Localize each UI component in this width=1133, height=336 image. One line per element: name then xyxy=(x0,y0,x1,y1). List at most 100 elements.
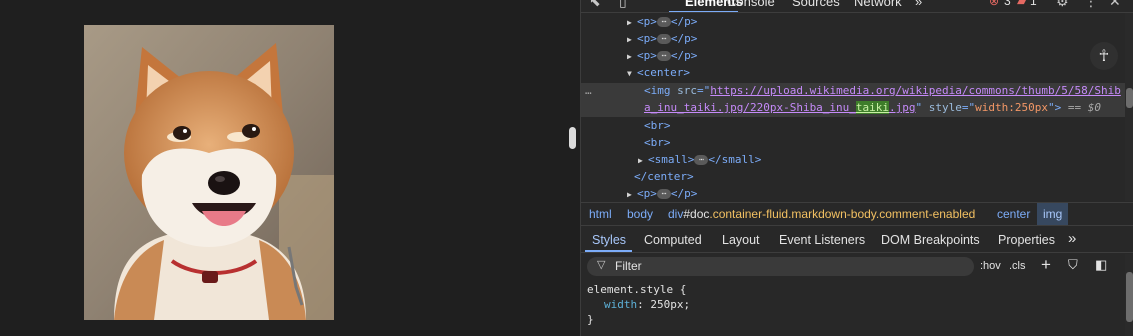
class-toggle-button[interactable]: .cls xyxy=(1009,260,1026,272)
tag-close: </p> xyxy=(670,15,698,28)
warning-count: 1 xyxy=(1030,0,1037,8)
breadcrumb: html body div#doc.container-fluid.markdo… xyxy=(581,202,1133,226)
scrollbar-thumb[interactable] xyxy=(1126,88,1133,108)
styles-filter-bar: ▽ Filter :hov .cls + ⛉ ◧ xyxy=(581,254,1133,280)
crumb-id: #doc xyxy=(683,207,710,221)
settings-gear-icon[interactable]: ⚙ xyxy=(1056,0,1069,10)
tab-console[interactable]: Console xyxy=(727,0,775,9)
more-options-icon[interactable]: ⋮ xyxy=(1084,0,1098,10)
dom-node-center-close[interactable]: </center> xyxy=(634,168,694,185)
error-count: 3 xyxy=(1004,0,1011,8)
breadcrumb-body[interactable]: body xyxy=(627,207,653,221)
dom-tree: ▶ <p> ⋯ </p> ▶ <p> ⋯ </p> ▶ <p> ⋯ </p> ▼ <center> … xyxy=(581,13,1125,201)
tag-close: </small> xyxy=(708,153,762,166)
tag-close: </p> xyxy=(670,187,698,200)
dom-node-p[interactable]: ▶ <p> ⋯ </p> xyxy=(627,30,697,47)
dom-node-img-cont[interactable]: a_inu_taiki.jpg/220px-Shiba_inu_taiki.jp… xyxy=(644,99,1101,116)
dom-node-br[interactable]: <br> xyxy=(644,117,671,134)
style-declaration[interactable]: width: 250px; xyxy=(604,297,690,313)
tag-open: <p> xyxy=(637,32,657,45)
attr-name: style xyxy=(928,101,962,114)
tab-computed[interactable]: Computed xyxy=(644,233,702,247)
tag-open: <img xyxy=(644,84,671,97)
tag-open: <small> xyxy=(648,153,695,166)
tag-open: <p> xyxy=(637,15,657,28)
tag-close: </center> xyxy=(634,170,694,183)
tab-styles[interactable]: Styles xyxy=(592,233,626,247)
dog-illustration xyxy=(84,25,334,320)
style-rule-selector[interactable]: element.style { xyxy=(587,282,686,298)
accessibility-icon: ☥ xyxy=(1099,46,1109,65)
row-options-dots[interactable]: … xyxy=(585,82,592,99)
crumb-tag: div xyxy=(668,207,684,221)
tab-sources[interactable]: Sources xyxy=(792,0,840,9)
collapsed-ellipsis[interactable]: ⋯ xyxy=(694,155,709,165)
filter-placeholder: Filter xyxy=(615,259,642,273)
scrollbar-thumb[interactable] xyxy=(1126,272,1133,322)
attr-name: src xyxy=(677,84,697,97)
filter-funnel-icon: ▽ xyxy=(597,259,606,271)
expand-triangle-icon[interactable]: ▶ xyxy=(627,186,637,203)
src-link[interactable]: a_inu_taiki.jpg/220px-Shiba_inu_ xyxy=(644,101,856,114)
collapsed-ellipsis[interactable]: ⋯ xyxy=(656,17,671,27)
breadcrumb-img[interactable]: img xyxy=(1037,203,1069,225)
collapse-triangle-icon[interactable]: ▼ xyxy=(627,65,637,82)
tag-close: </p> xyxy=(670,49,698,62)
hover-state-button[interactable]: :hov xyxy=(980,260,1001,272)
more-style-tabs-button[interactable]: » xyxy=(1068,230,1076,247)
collapsed-ellipsis[interactable]: ⋯ xyxy=(656,189,671,199)
more-tabs-button[interactable]: » xyxy=(915,0,922,9)
collapsed-ellipsis[interactable]: ⋯ xyxy=(656,51,671,61)
breadcrumb-center[interactable]: center xyxy=(997,207,1030,221)
tab-dom-breakpoints[interactable]: DOM Breakpoints xyxy=(881,233,980,247)
css-property[interactable]: width xyxy=(604,298,637,311)
device-toggle-icon[interactable]: ▯ xyxy=(619,0,627,10)
dom-node-p[interactable]: ▶ <p> ⋯ </p> xyxy=(627,47,697,64)
dom-tree-scrollbar[interactable] xyxy=(1125,13,1133,201)
dom-node-center[interactable]: ▼ <center> xyxy=(627,64,690,81)
expand-triangle-icon[interactable]: ▶ xyxy=(638,152,648,169)
src-link[interactable]: https://upload.wikimedia.org/wikipedia/c… xyxy=(710,84,1121,97)
tag-open: <br> xyxy=(644,119,671,132)
inspect-element-icon[interactable]: ⬉ xyxy=(589,0,601,10)
tag-open: <p> xyxy=(637,187,657,200)
expand-triangle-icon[interactable]: ▶ xyxy=(627,14,637,31)
accessibility-tree-button[interactable]: ☥ xyxy=(1090,42,1118,70)
breadcrumb-html[interactable]: html xyxy=(589,207,612,221)
search-highlight: taiki xyxy=(855,101,890,114)
tab-layout[interactable]: Layout xyxy=(722,233,760,247)
tab-properties[interactable]: Properties xyxy=(998,233,1055,247)
expand-triangle-icon[interactable]: ▶ xyxy=(627,48,637,65)
tab-network[interactable]: Network xyxy=(854,0,902,9)
crumb-classes: .container-fluid.markdown-body.comment-e… xyxy=(709,207,976,221)
filter-input[interactable]: ▽ Filter xyxy=(587,257,974,276)
warning-icon[interactable]: ▰ xyxy=(1017,0,1026,8)
dom-node-p[interactable]: ▶ <p> ⋯ </p> xyxy=(627,13,697,30)
dom-node-img[interactable]: <img src="https://upload.wikimedia.org/w… xyxy=(644,82,1121,99)
collapsed-ellipsis[interactable]: ⋯ xyxy=(656,34,671,44)
dom-node-br[interactable]: <br> xyxy=(644,134,671,151)
styles-pane: element.style { width: 250px; } xyxy=(581,280,1125,336)
dom-node-p[interactable]: ▶ <p> ⋯ </p> xyxy=(627,185,697,202)
css-value[interactable]: 250px; xyxy=(650,298,690,311)
color-format-icon[interactable]: ⛉ xyxy=(1068,257,1078,273)
tag-close: > xyxy=(1054,101,1062,114)
shiba-inu-image[interactable] xyxy=(84,25,334,320)
style-rule-close: } xyxy=(587,313,594,326)
close-devtools-icon[interactable]: ✕ xyxy=(1109,0,1121,10)
new-style-rule-button[interactable]: + xyxy=(1041,255,1051,275)
page-viewport xyxy=(0,0,566,336)
src-link[interactable]: .jpg xyxy=(889,101,916,114)
tag-close: </p> xyxy=(670,32,698,45)
pane-splitter[interactable] xyxy=(566,0,580,336)
toggle-sidebar-icon[interactable]: ◧ xyxy=(1095,257,1107,273)
devtools-panel: ⬉ ▯ Elements Console Sources Network » ⊗… xyxy=(580,0,1133,336)
dom-node-small[interactable]: ▶ <small> ⋯ </small> xyxy=(638,151,761,168)
styles-scrollbar[interactable] xyxy=(1125,254,1133,336)
error-icon[interactable]: ⊗ xyxy=(989,0,999,8)
selected-var: == $0 xyxy=(1067,101,1102,114)
expand-triangle-icon[interactable]: ▶ xyxy=(627,31,637,48)
splitter-handle[interactable] xyxy=(569,127,576,149)
breadcrumb-div[interactable]: div#doc.container-fluid.markdown-body.co… xyxy=(668,207,975,221)
tab-event-listeners[interactable]: Event Listeners xyxy=(779,233,865,247)
